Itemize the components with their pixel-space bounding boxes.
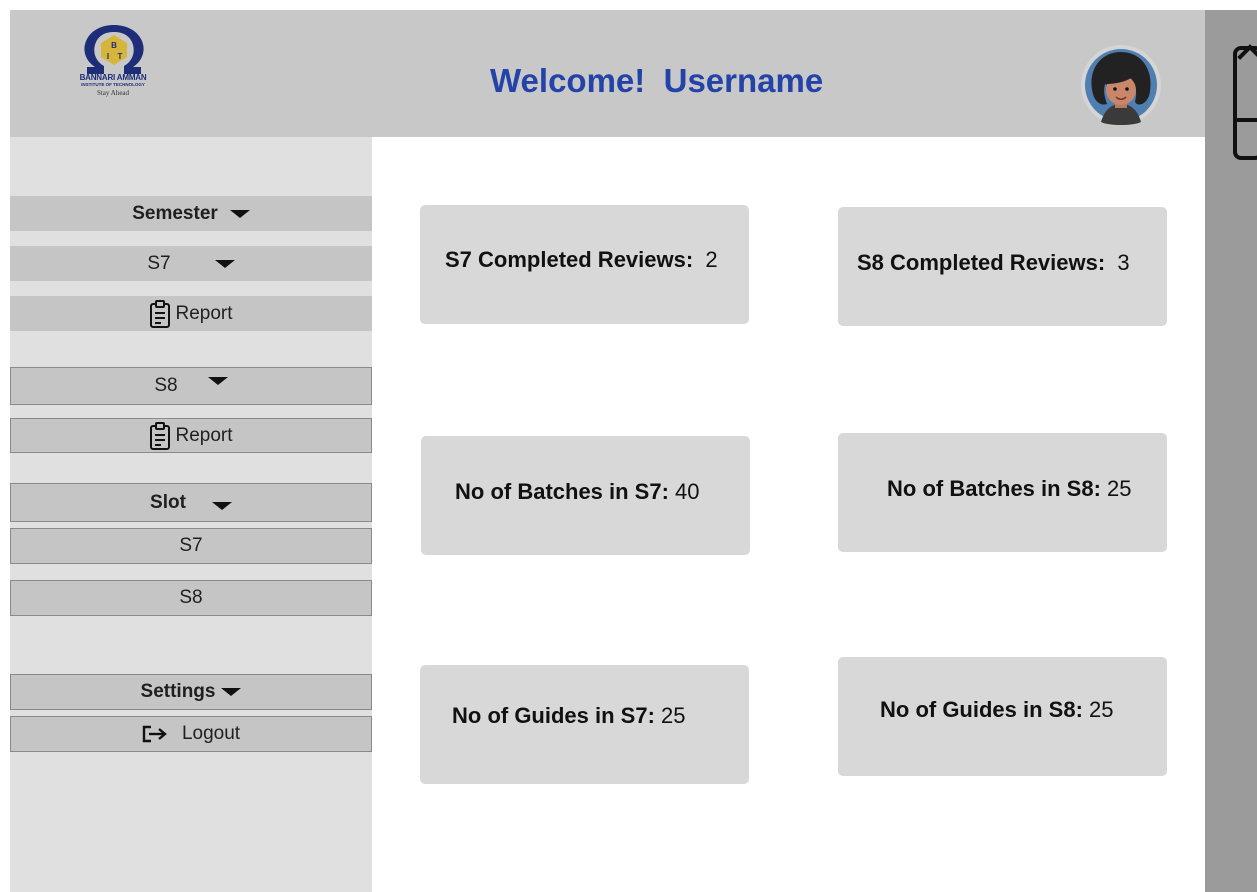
stat-label: S7 Completed Reviews: [445, 247, 694, 272]
right-rail [1205, 10, 1257, 892]
s7-label: S7 [147, 252, 171, 274]
logo-tagline: Stay Ahead [96, 89, 130, 97]
logout-label: Logout [181, 723, 241, 744]
username-text: Username [663, 62, 824, 99]
stat-value: 2 [705, 247, 718, 272]
s7-report-link[interactable]: Report [10, 296, 372, 331]
welcome-text: Welcome! [490, 62, 646, 99]
stat-card-text: No of Batches in S7: 40 [455, 479, 700, 505]
settings-label: Settings [140, 681, 216, 702]
stat-card-text: S7 Completed Reviews: 2 [445, 247, 718, 273]
slot-s7-label: S7 [179, 535, 203, 556]
semester-s8-dropdown[interactable]: S8 [10, 367, 372, 405]
welcome-heading: Welcome! Username [490, 62, 910, 106]
logo-subtitle: INSTITUTE OF TECHNOLOGY [81, 82, 145, 87]
caret-down-icon [229, 209, 250, 218]
logout-icon [142, 725, 168, 743]
caret-down-icon [207, 377, 228, 385]
slot-label: Slot [150, 491, 186, 513]
app-window: B I T BANNARI AMMAN INSTITUTE OF TECHNOL… [10, 10, 1205, 892]
clipboard-icon [149, 421, 171, 451]
omega-emblem-icon: B I T [84, 25, 144, 74]
stat-card[interactable]: No of Batches in S7: 40 [421, 436, 750, 555]
slot-dropdown[interactable]: Slot [10, 483, 372, 522]
top-header: B I T BANNARI AMMAN INSTITUTE OF TECHNOL… [10, 10, 1205, 137]
stat-value: 25 [661, 703, 686, 728]
svg-text:I: I [107, 52, 109, 61]
logout-button[interactable]: Logout [10, 716, 372, 752]
stat-card-text: S8 Completed Reviews: 3 [857, 250, 1130, 276]
semester-s7-dropdown[interactable]: S7 [10, 246, 372, 281]
slot-s8-item[interactable]: S8 [10, 580, 372, 616]
stat-value: 40 [675, 479, 700, 504]
slot-s8-label: S8 [179, 587, 203, 608]
s7-report-label: Report [175, 302, 233, 324]
institute-logo[interactable]: B I T BANNARI AMMAN INSTITUTE OF TECHNOL… [67, 24, 159, 106]
stat-card[interactable]: No of Guides in S7: 25 [420, 665, 749, 784]
stat-label: S8 Completed Reviews: [857, 250, 1106, 275]
stat-label: No of Guides in S8: [880, 697, 1083, 722]
s8-report-link[interactable]: Report [10, 418, 372, 453]
semester-label: Semester [132, 202, 218, 224]
stat-card-text: No of Guides in S7: 25 [452, 703, 686, 729]
stat-card[interactable]: S8 Completed Reviews: 3 [838, 207, 1167, 326]
stat-value: 3 [1117, 250, 1130, 275]
stat-card[interactable]: No of Batches in S8: 25 [838, 433, 1167, 552]
caret-down-icon [211, 501, 232, 510]
svg-text:B: B [111, 41, 117, 50]
svg-text:T: T [118, 52, 123, 61]
stat-card-text: No of Guides in S8: 25 [880, 697, 1114, 723]
stat-label: No of Batches in S8: [887, 476, 1101, 501]
s8-report-label: Report [175, 424, 233, 446]
user-avatar-icon[interactable] [1075, 44, 1167, 126]
sidebar: Semester S7 Report S8 Report Slot S7 S8 … [10, 137, 372, 892]
slot-s7-item[interactable]: S7 [10, 528, 372, 564]
clipboard-icon [149, 299, 171, 329]
stat-card[interactable]: No of Guides in S8: 25 [838, 657, 1167, 776]
logo-name: BANNARI AMMAN [79, 73, 147, 82]
caret-down-icon [221, 688, 242, 696]
s8-label: S8 [154, 375, 178, 396]
semester-dropdown[interactable]: Semester [10, 196, 372, 231]
caret-down-icon [214, 259, 235, 268]
stat-label: No of Batches in S7: [455, 479, 669, 504]
settings-dropdown[interactable]: Settings [10, 674, 372, 710]
stat-card[interactable]: S7 Completed Reviews: 2 [420, 205, 749, 324]
stat-label: No of Guides in S7: [452, 703, 655, 728]
stat-value: 25 [1107, 476, 1132, 501]
device-frame-icon [1233, 46, 1257, 160]
stat-card-text: No of Batches in S8: 25 [887, 476, 1132, 502]
stat-value: 25 [1089, 697, 1114, 722]
